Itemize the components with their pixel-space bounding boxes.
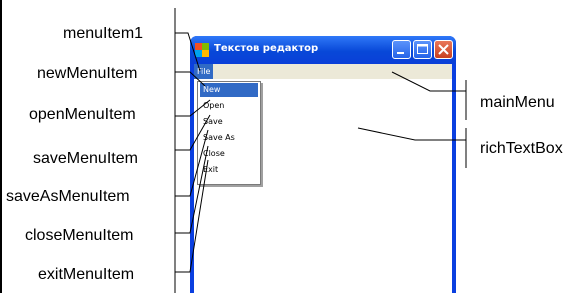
leader-richTextBox (357, 127, 466, 141)
diagram: menuItem1 newMenuItem openMenuItem saveM… (0, 0, 587, 293)
leader-exitMenuItem (175, 159, 209, 273)
callout-lines (174, 8, 467, 293)
leader-menuItem1 (175, 32, 201, 72)
leader-mainMenu (391, 71, 466, 92)
leader-openMenuItem (175, 99, 211, 117)
leader-newMenuItem (175, 71, 206, 87)
leader-saveMenuItem (175, 114, 211, 151)
leader-saveAsMenuItem (175, 129, 209, 197)
